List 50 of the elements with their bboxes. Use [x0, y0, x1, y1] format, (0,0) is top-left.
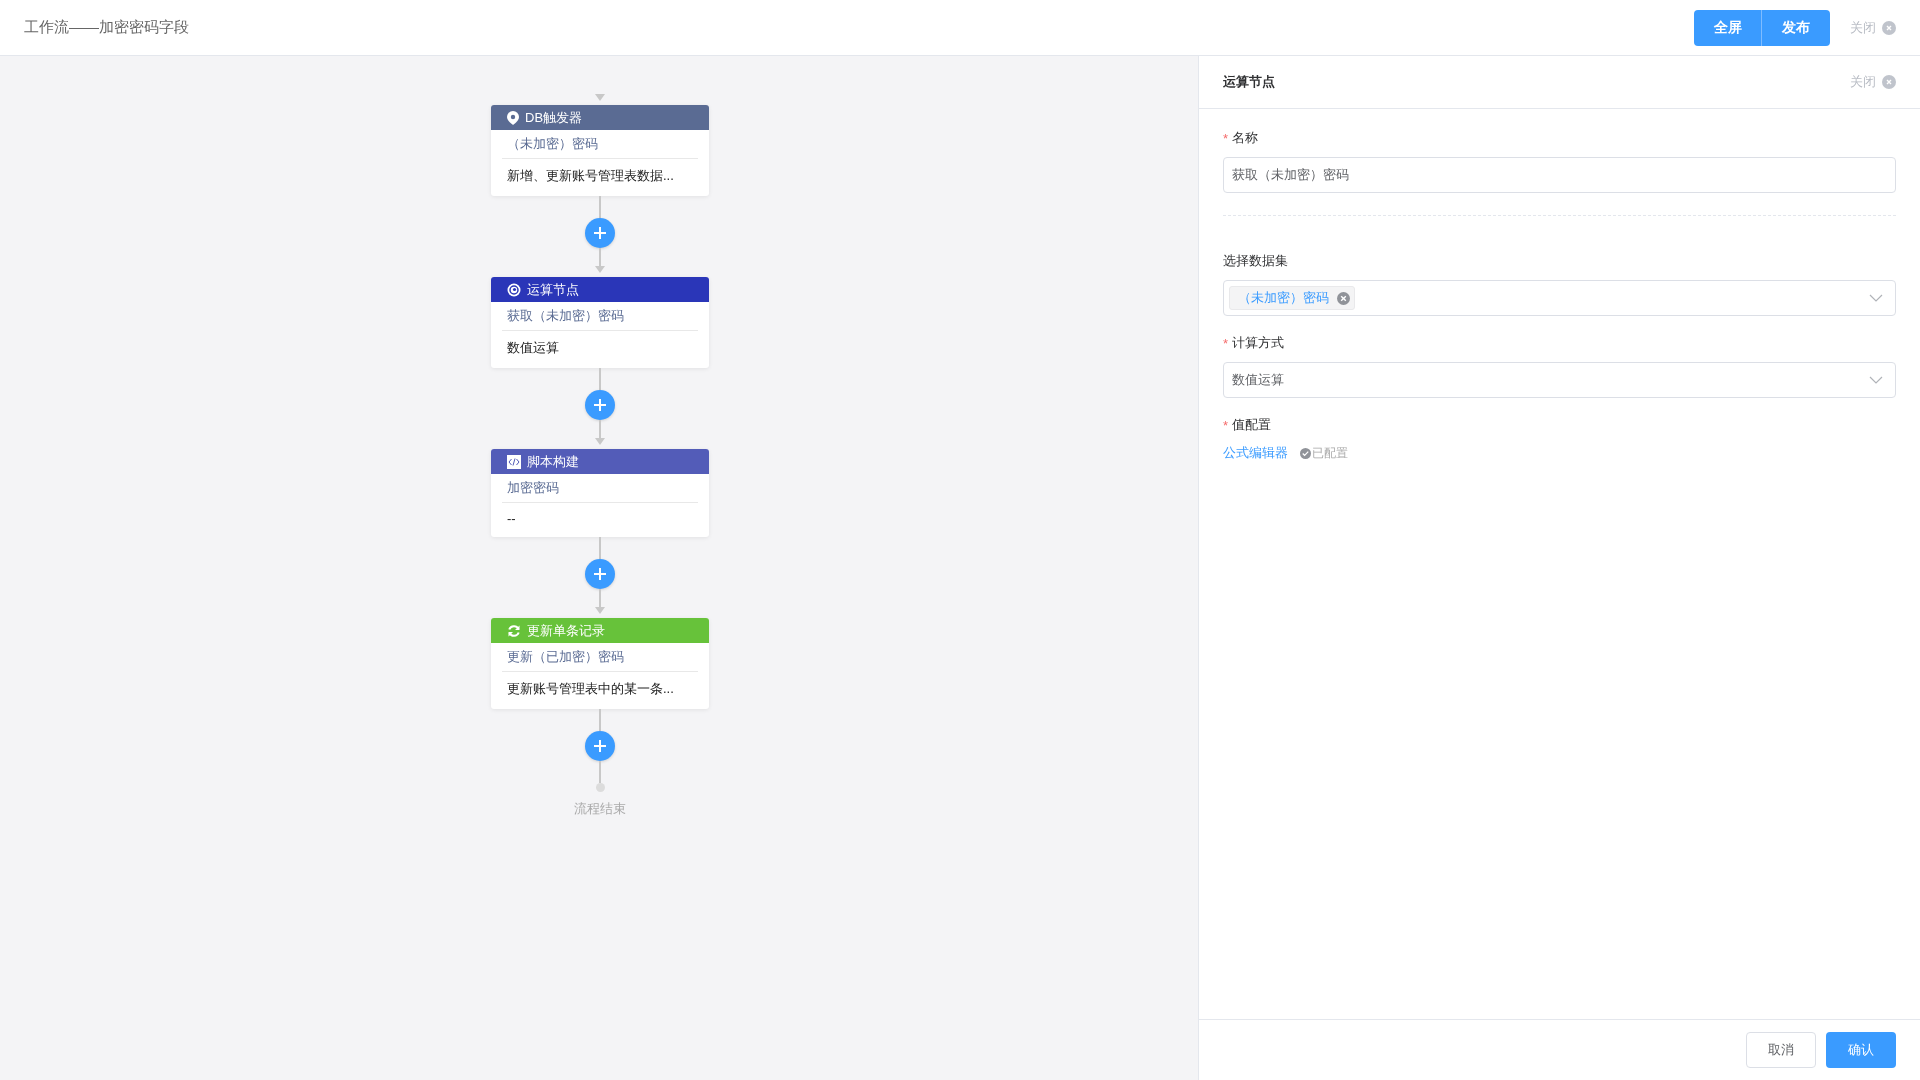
plus-icon — [593, 567, 607, 581]
location-pin-icon — [507, 110, 519, 125]
method-select[interactable]: 数值运算 — [1223, 362, 1896, 398]
plus-icon — [593, 739, 607, 753]
close-icon — [1882, 75, 1896, 89]
chevron-down-icon — [1869, 376, 1883, 384]
arrow-icon — [595, 94, 605, 101]
flow-node[interactable]: 运算节点 获取（未加密）密码 数值运算 — [491, 277, 709, 368]
plus-icon — [593, 226, 607, 240]
workflow-title: 工作流——加密密码字段 — [24, 18, 189, 37]
add-node-button[interactable] — [585, 559, 615, 589]
required-mark: * — [1223, 335, 1229, 351]
add-node-button[interactable] — [585, 218, 615, 248]
node-name: 更新（已加密）密码 — [502, 643, 698, 672]
add-node-button[interactable] — [585, 731, 615, 761]
field-label: 值配置 — [1232, 416, 1272, 434]
node-description: 更新账号管理表中的某一条... — [506, 680, 675, 698]
node-name: （未加密）密码 — [502, 130, 698, 159]
end-dot — [595, 783, 605, 792]
field-label: 选择数据集 — [1223, 252, 1288, 270]
remove-icon[interactable] — [1337, 291, 1350, 305]
dataset-tag: （未加密）密码 — [1229, 286, 1355, 310]
swirl-icon — [507, 282, 521, 297]
configured-status: 已配置 — [1312, 444, 1348, 462]
close-icon — [1882, 20, 1896, 35]
refresh-icon — [507, 623, 521, 638]
code-icon — [507, 454, 521, 469]
node-name: 获取（未加密）密码 — [502, 302, 698, 331]
node-title: 更新单条记录 — [527, 621, 605, 640]
flow-node[interactable]: 脚本构建 加密密码 -- — [491, 449, 709, 537]
end-label: 流程结束 — [574, 800, 626, 818]
field-label: 计算方式 — [1232, 334, 1285, 352]
node-title: 脚本构建 — [527, 452, 579, 471]
node-description: 数值运算 — [506, 339, 560, 357]
chevron-down-icon — [1869, 294, 1883, 302]
flow-node[interactable]: 更新单条记录 更新（已加密）密码 更新账号管理表中的某一条... — [491, 618, 709, 709]
node-name: 加密密码 — [502, 474, 698, 503]
plus-icon — [593, 398, 607, 412]
flow-node[interactable]: DB触发器 （未加密）密码 新增、更新账号管理表数据... — [491, 105, 709, 196]
required-mark: * — [1223, 417, 1229, 433]
node-description: 新增、更新账号管理表数据... — [506, 167, 675, 185]
node-description: -- — [506, 510, 517, 528]
node-title: 运算节点 — [527, 280, 579, 299]
node-title: DB触发器 — [525, 108, 583, 127]
add-node-button[interactable] — [585, 390, 615, 420]
required-mark: * — [1223, 130, 1229, 146]
cancel-button[interactable]: 取消 — [1746, 1032, 1816, 1068]
field-label: 名称 — [1232, 129, 1259, 147]
panel-title: 运算节点 — [1223, 73, 1275, 91]
name-input[interactable]: 获取（未加密）密码 — [1223, 157, 1896, 193]
